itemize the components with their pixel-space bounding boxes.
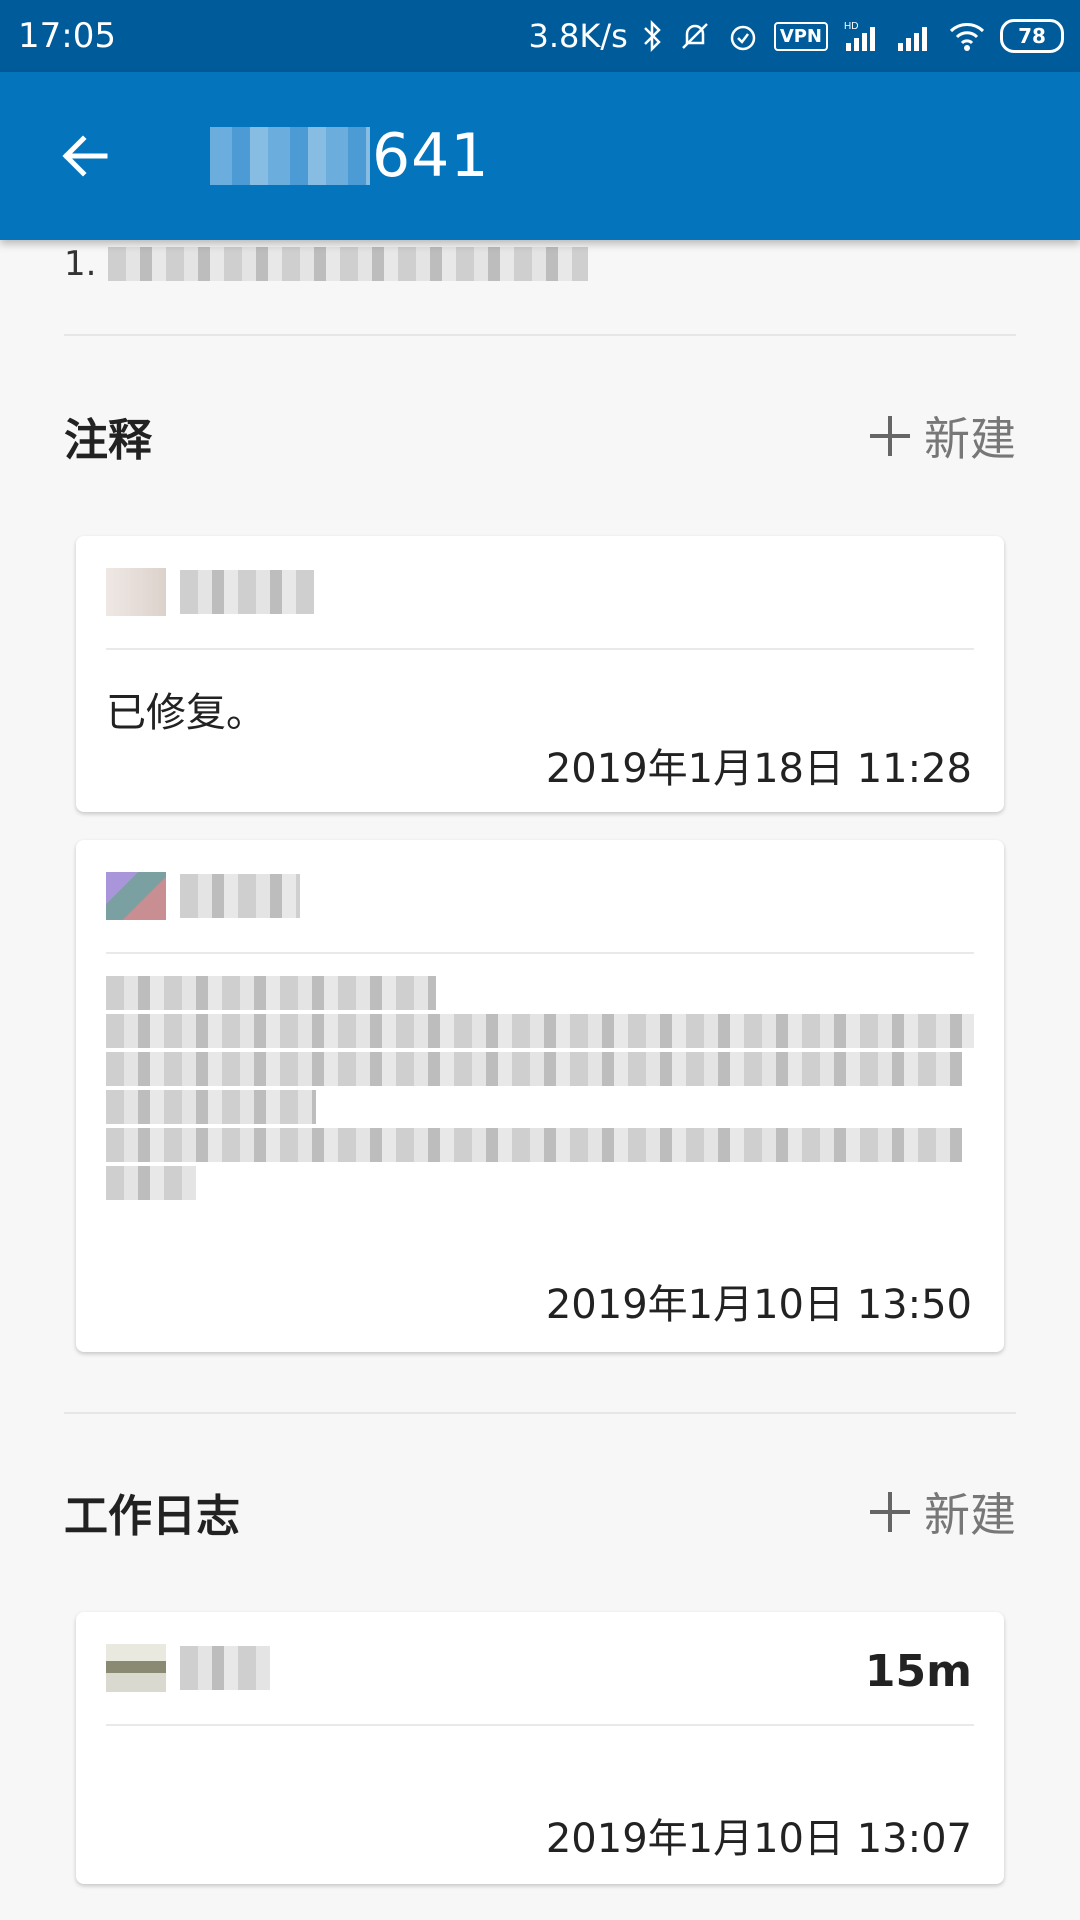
- mute-bell-icon: [678, 16, 712, 56]
- redacted-line: [106, 976, 436, 1010]
- hd-signal-icon: HD: [842, 16, 882, 56]
- alarm-icon: [726, 16, 760, 56]
- new-worklog-button[interactable]: 新建: [870, 1479, 1016, 1545]
- wifi-icon: [948, 16, 986, 56]
- comment-date: 2019年1月10日 13:50: [545, 1282, 972, 1328]
- list-item: 1.: [64, 244, 589, 284]
- redacted-line: [106, 1128, 962, 1162]
- comment-author: [76, 536, 1004, 648]
- card-divider: [106, 1724, 974, 1726]
- comment-card[interactable]: 2019年1月10日 13:50: [76, 840, 1004, 1352]
- comment-author: [76, 840, 1004, 952]
- redacted-line: [106, 1014, 974, 1048]
- divider: [64, 334, 1016, 336]
- comment-text: 已修复。: [106, 690, 266, 736]
- status-bar: 17:05 3.8K/s VPN HD 78: [0, 0, 1080, 72]
- status-time: 17:05: [18, 16, 116, 56]
- redacted-line: [106, 1166, 196, 1200]
- redacted-line: [106, 1090, 316, 1124]
- avatar: [106, 1644, 166, 1692]
- worklog-duration: 15m: [864, 1646, 972, 1697]
- avatar: [106, 568, 166, 616]
- plus-icon: [870, 416, 910, 456]
- battery-icon: 78: [1000, 19, 1064, 53]
- worklog-title: 工作日志: [64, 1491, 240, 1542]
- new-worklog-label: 新建: [924, 1488, 1016, 1542]
- issue-detail-content[interactable]: 1. 注释 新建 已修复。 2019年1月18日 11:28 2019年1月10…: [0, 240, 1080, 1920]
- arrow-left-icon: [62, 135, 108, 177]
- author-name-redacted: [180, 1646, 270, 1690]
- svg-text:HD: HD: [844, 21, 858, 32]
- list-number: 1.: [64, 244, 97, 284]
- comment-text-redacted: [76, 954, 1004, 1200]
- worklog-card[interactable]: 15m 2019年1月10日 13:07: [76, 1612, 1004, 1884]
- author-name-redacted: [180, 874, 300, 918]
- worklog-date: 2019年1月10日 13:07: [545, 1816, 972, 1862]
- divider: [64, 1412, 1016, 1414]
- app-bar: 641: [0, 72, 1080, 240]
- comment-card[interactable]: 已修复。 2019年1月18日 11:28: [76, 536, 1004, 812]
- bluetooth-icon: [642, 16, 664, 56]
- author-name-redacted: [180, 570, 314, 614]
- status-icons: 3.8K/s VPN HD 78: [528, 16, 1064, 56]
- worklog-header: 工作日志 新建: [64, 1472, 1016, 1552]
- redacted-line: [106, 1052, 962, 1086]
- issue-key-suffix: 641: [372, 121, 490, 191]
- comment-date: 2019年1月18日 11:28: [545, 746, 972, 792]
- issue-title: 641: [210, 121, 490, 191]
- redacted-title-prefix: [210, 127, 370, 185]
- back-button[interactable]: [40, 111, 130, 201]
- battery-level: 78: [1018, 24, 1046, 48]
- redacted-text: [108, 247, 589, 281]
- vpn-icon: VPN: [773, 21, 828, 51]
- plus-icon: [870, 1492, 910, 1532]
- avatar: [106, 872, 166, 920]
- comments-title: 注释: [64, 415, 152, 466]
- net-speed: 3.8K/s: [528, 17, 628, 55]
- new-comment-label: 新建: [924, 412, 1016, 466]
- new-comment-button[interactable]: 新建: [870, 403, 1016, 469]
- comments-header: 注释 新建: [64, 396, 1016, 476]
- signal-icon: [896, 16, 934, 56]
